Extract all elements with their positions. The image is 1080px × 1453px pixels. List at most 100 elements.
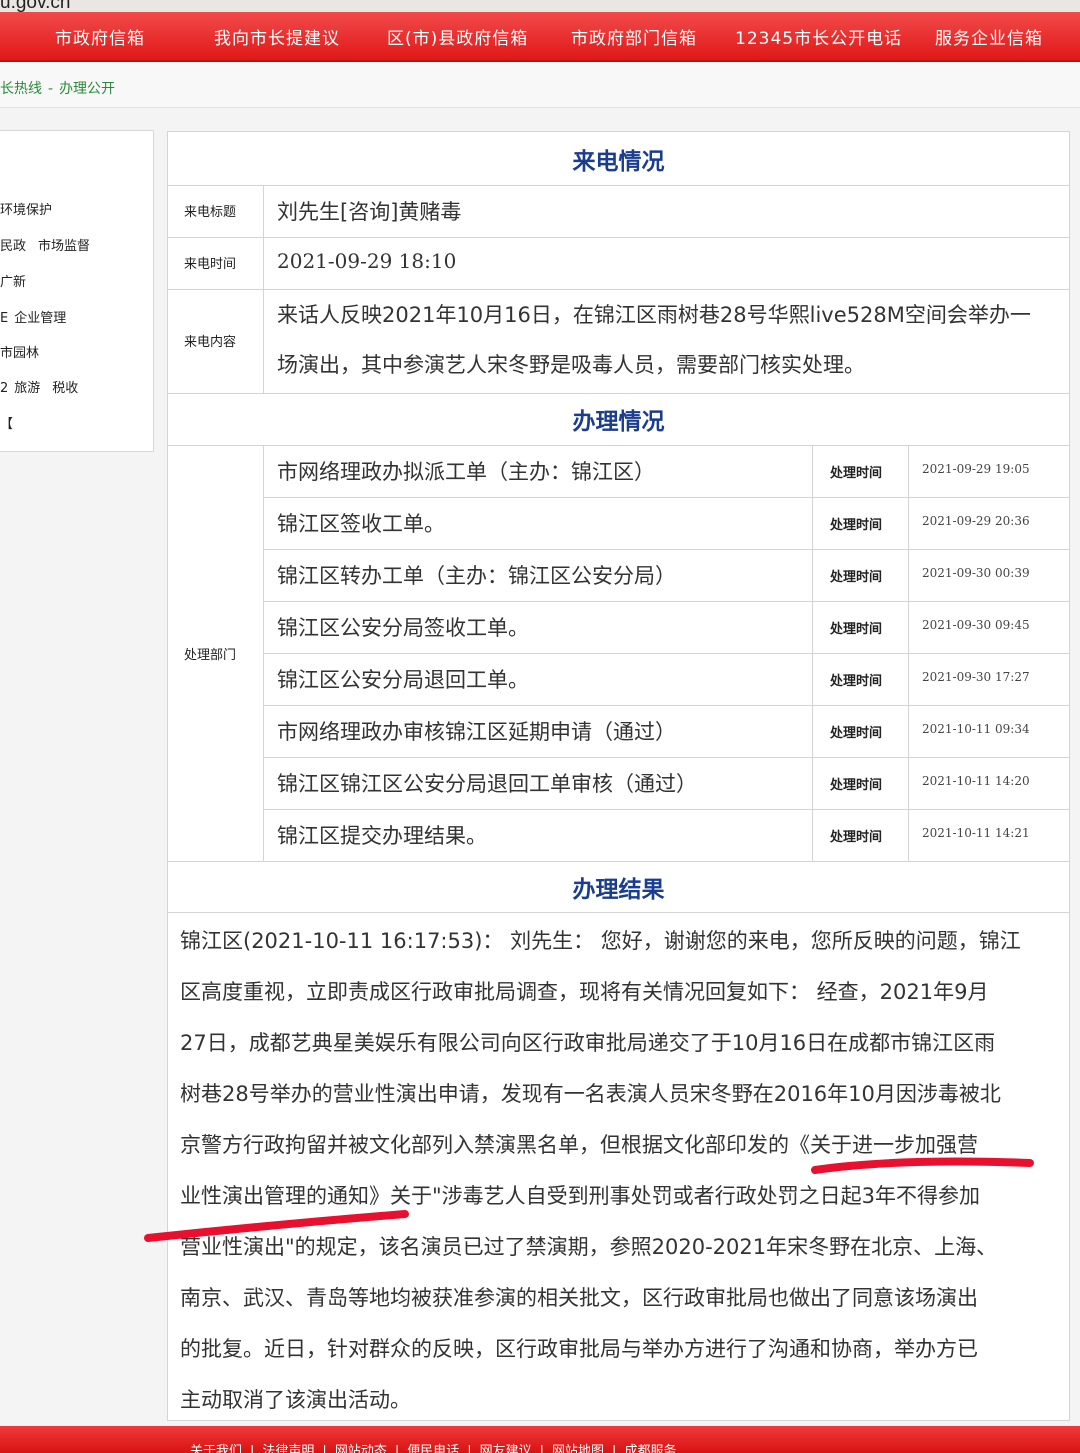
processing-step-time: 2021-09-30 00:39: [922, 566, 1030, 580]
footer-link-sitemap[interactable]: 网站地图: [552, 1444, 604, 1453]
processing-step-desc: 锦江区锦江区公安分局退回工单审核（通过）: [277, 772, 697, 796]
footer-link-suggestion[interactable]: 网友建议: [480, 1444, 532, 1453]
nav-item-department-mailbox[interactable]: 市政府部门信箱: [571, 24, 697, 49]
footer-links: 关于我们 | 法律声明 | 网站动态 | 便民电话 | 网友建议 | 网站地图 | 成都服务: [190, 1440, 676, 1453]
sidebar-row: 环境保护: [0, 199, 64, 218]
footer-separator: |: [539, 1444, 545, 1453]
footer-link-news[interactable]: 网站动态: [335, 1444, 387, 1453]
divider: [168, 237, 1069, 238]
sidebar-link[interactable]: 民政: [0, 239, 26, 254]
result-line: 业性演出管理的通知》关于"涉毒艺人自受到刑事处罚或者行政处罚之日起3年不得参加: [180, 1184, 981, 1208]
nav-item-mayor-mailbox[interactable]: 市政府信箱: [55, 24, 145, 49]
divider: [263, 497, 1069, 498]
result-line: 锦江区(2021-10-11 16:17:53)： 刘先生： 您好，谢谢您的来电…: [180, 929, 1021, 953]
processing-time-label: 处理时间: [830, 466, 883, 481]
nav-item-district-mailbox[interactable]: 区(市)县政府信箱: [387, 24, 528, 49]
sidebar-row: 民政 市场监督: [0, 235, 102, 254]
sidebar-row: 广新: [0, 271, 38, 290]
footer-link-about[interactable]: 关于我们: [190, 1444, 242, 1453]
case-detail-table: 来电情况 来电标题 刘先生[咨询]黄赌毒 来电时间 2021-09-29 18:…: [167, 131, 1070, 1421]
sidebar-row: 市园林: [0, 342, 51, 361]
processing-time-label: 处理时间: [830, 778, 883, 793]
processing-time-label: 处理时间: [830, 830, 883, 845]
breadcrumb: 长热线 - 办理公开: [0, 78, 115, 98]
footer-link-legal[interactable]: 法律声明: [262, 1444, 314, 1453]
call-title-value: 刘先生[咨询]黄赌毒: [277, 200, 462, 224]
sidebar-row: 2 旅游 税收: [0, 377, 90, 396]
result-line: 树巷28号举办的营业性演出申请，发现有一名表演人员宋冬野在2016年10月因涉毒…: [180, 1082, 1001, 1106]
footer-separator: |: [467, 1444, 472, 1453]
processing-section-heading: 办理情况: [572, 409, 665, 435]
footer-link-phone[interactable]: 便民电话: [407, 1444, 459, 1453]
call-time-value: 2021-09-29 18:10: [277, 249, 457, 273]
breadcrumb-link-hotline[interactable]: 长热线: [0, 81, 42, 97]
sidebar-link[interactable]: E: [0, 311, 8, 326]
call-section-heading: 来电情况: [572, 149, 665, 175]
processing-time-label: 处理时间: [830, 674, 883, 689]
sidebar-link[interactable]: 企业管理: [14, 311, 66, 326]
processing-step-desc: 锦江区转办工单（主办：锦江区公安分局）: [277, 564, 676, 588]
divider: [263, 705, 1069, 706]
processing-step-time: 2021-09-30 17:27: [922, 670, 1030, 684]
sidebar-row: 【: [0, 413, 25, 432]
footer-separator: |: [250, 1444, 255, 1453]
result-line: 的批复。近日，针对群众的反映，区行政审批局与举办方进行了沟通和协商，举办方已: [180, 1337, 978, 1361]
nav-item-enterprise-mailbox[interactable]: 服务企业信箱: [935, 24, 1043, 49]
processing-step-desc: 锦江区签收工单。: [277, 512, 445, 536]
processing-step-time: 2021-09-29 20:36: [922, 514, 1030, 528]
call-title-label: 来电标题: [184, 205, 237, 220]
breadcrumb-link-public[interactable]: 办理公开: [59, 81, 115, 97]
footer-link-service[interactable]: 成都服务: [624, 1444, 676, 1453]
breadcrumb-bar: 长热线 - 办理公开: [0, 62, 1080, 108]
footer-separator: |: [394, 1444, 400, 1453]
processing-step-time: 2021-09-29 19:05: [922, 462, 1030, 476]
divider: [263, 601, 1069, 602]
call-content-line: 来话人反映2021年10月16日，在锦江区雨树巷28号华熙live528M空间会…: [277, 303, 1031, 327]
sidebar-link[interactable]: 市园林: [0, 346, 39, 361]
divider: [168, 861, 1069, 862]
result-reply-text: 锦江区(2021-10-11 16:17:53)： 刘先生： 您好，谢谢您的来电…: [180, 916, 1060, 1426]
result-line: 主动取消了该演出活动。: [180, 1388, 411, 1412]
processing-dept-label: 处理部门: [184, 648, 237, 663]
sidebar-link[interactable]: 环境保护: [0, 203, 52, 218]
category-sidebar: 环境保护 民政 市场监督 广新 E 企业管理 市园林 2 旅游 税收 【: [0, 130, 154, 452]
site-domain: u.gov.cn: [0, 0, 71, 12]
nav-item-hotline-12345[interactable]: 12345市长公开电话: [735, 24, 902, 49]
processing-step-desc: 锦江区提交办理结果。: [277, 824, 487, 848]
footer-separator: |: [322, 1444, 327, 1453]
nav-item-suggestion[interactable]: 我向市长提建议: [214, 24, 340, 49]
processing-step-desc: 锦江区公安分局退回工单。: [277, 668, 529, 692]
sidebar-link[interactable]: 2: [0, 381, 8, 396]
sidebar-link[interactable]: 市场监督: [38, 239, 90, 254]
call-time-label: 来电时间: [184, 257, 237, 272]
sidebar-link[interactable]: 税收: [52, 381, 78, 396]
result-line: 27日，成都艺典星美娱乐有限公司向区行政审批局递交了于10月16日在成都市锦江区…: [180, 1031, 996, 1055]
processing-time-label: 处理时间: [830, 570, 883, 585]
divider: [168, 912, 1069, 913]
call-content-label: 来电内容: [184, 335, 237, 350]
processing-time-label: 处理时间: [830, 726, 883, 741]
sidebar-link[interactable]: 旅游: [14, 381, 40, 396]
result-line: 京警方行政拘留并被文化部列入禁演黑名单，但根据文化部印发的《关于进一步加强营: [180, 1133, 978, 1157]
divider: [263, 549, 1069, 550]
divider: [168, 445, 1069, 446]
result-section-heading: 办理结果: [572, 877, 665, 903]
divider: [263, 653, 1069, 654]
main-nav-bar: 市政府信箱 我向市长提建议 区(市)县政府信箱 市政府部门信箱 12345市长公…: [0, 12, 1080, 62]
sidebar-row: E 企业管理: [0, 307, 78, 326]
divider: [263, 757, 1069, 758]
processing-step-time: 2021-10-11 14:21: [922, 826, 1030, 840]
divider: [168, 393, 1069, 394]
processing-step-time: 2021-10-11 09:34: [922, 722, 1030, 736]
processing-step-desc: 锦江区公安分局签收工单。: [277, 616, 529, 640]
sidebar-link[interactable]: 【: [0, 417, 13, 432]
result-line: 营业性演出"的规定，该名演员已过了禁演期，参照2020-2021年宋冬野在北京、…: [180, 1235, 998, 1259]
result-line: 区高度重视，立即责成区行政审批局调查，现将有关情况回复如下： 经查，2021年9…: [180, 980, 989, 1004]
footer-separator: |: [612, 1444, 617, 1453]
divider: [263, 809, 1069, 810]
footer-bar: 关于我们 | 法律声明 | 网站动态 | 便民电话 | 网友建议 | 网站地图 | 成都服务: [0, 1426, 1080, 1453]
browser-top-strip: u.gov.cn: [0, 0, 1080, 12]
processing-time-label: 处理时间: [830, 622, 883, 637]
breadcrumb-separator: -: [48, 81, 54, 97]
sidebar-link[interactable]: 广新: [0, 275, 26, 290]
